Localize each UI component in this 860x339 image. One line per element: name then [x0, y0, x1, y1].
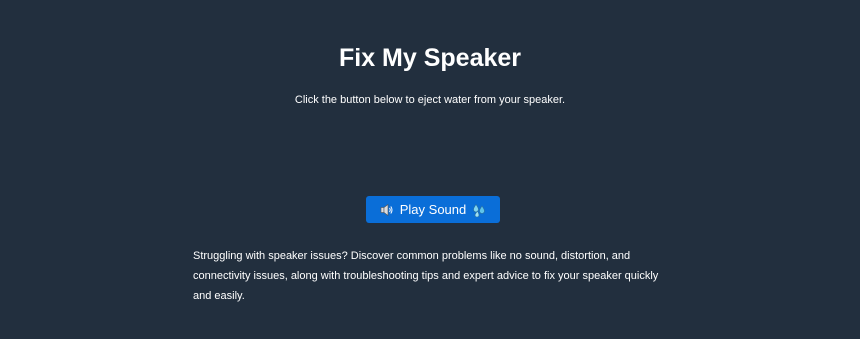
water-drop-icon: [472, 203, 486, 217]
page-title: Fix My Speaker: [338, 44, 522, 72]
play-sound-button[interactable]: Play Sound: [366, 196, 500, 223]
play-sound-label: Play Sound: [399, 202, 467, 217]
page-subtitle: Click the button below to eject water fr…: [294, 94, 566, 106]
speaker-icon: [380, 203, 394, 217]
page: Fix My Speaker Click the button below to…: [0, 0, 860, 339]
description-text: Struggling with speaker issues? Discover…: [193, 250, 659, 302]
